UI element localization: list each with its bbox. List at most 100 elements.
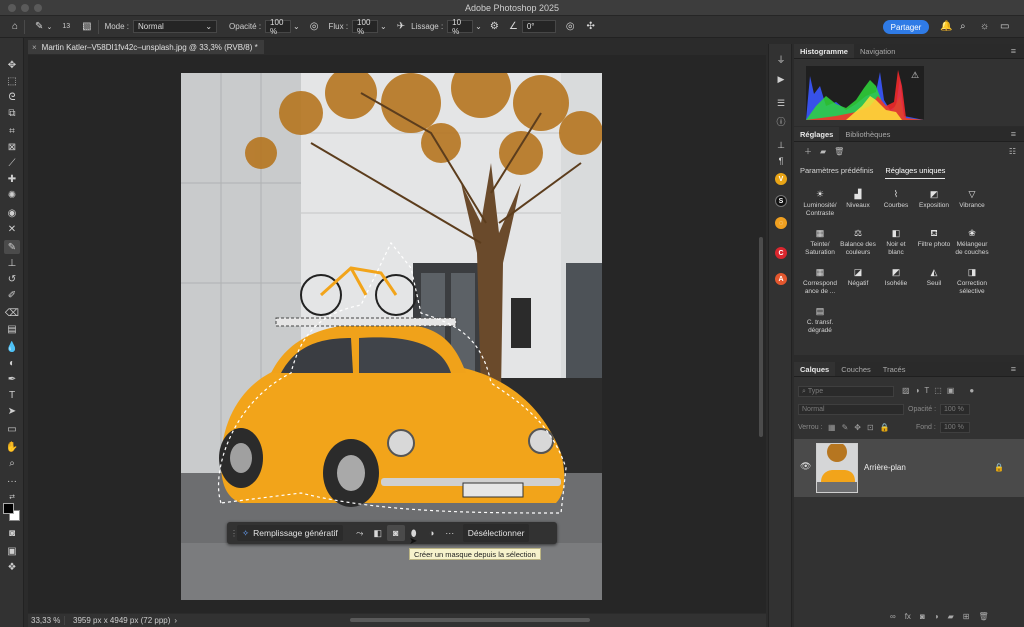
crop-tool-icon[interactable]: ⌗ (4, 124, 20, 138)
stamp-icon[interactable]: ⊥ (773, 138, 789, 152)
lightbulb-icon[interactable]: ☼ (980, 21, 989, 32)
blend-mode-select[interactable]: Normal (798, 404, 904, 415)
lock-icon[interactable]: 🔒 (994, 463, 1004, 472)
document-canvas-image[interactable] (181, 73, 602, 600)
panel-menu-icon[interactable]: ≡ (1011, 362, 1016, 376)
patch-tool-icon[interactable]: ◉ (4, 206, 20, 220)
gradient-tool-icon[interactable]: ▤ (4, 322, 20, 336)
smoothing-field[interactable]: 10 % (447, 18, 474, 36)
chevron-down-icon[interactable]: ⌄ (475, 22, 482, 31)
lock-all-icon[interactable]: 🔒 (880, 423, 890, 432)
tab-paths[interactable]: Tracés (877, 362, 912, 376)
layer-filter-select[interactable]: ⌕ Type (798, 386, 894, 397)
lock-artboard-icon[interactable]: ⊡ (867, 423, 874, 432)
panel-menu-icon[interactable]: ≡ (1011, 127, 1016, 141)
gear-icon[interactable]: ⚙ (490, 21, 499, 32)
brush-settings-icon[interactable]: ▧ (82, 21, 91, 32)
eraser-tool-icon[interactable]: ⌫ (4, 306, 20, 320)
airbrush-icon[interactable]: ✈ (397, 21, 405, 32)
share-button[interactable]: Partager (883, 20, 929, 34)
document-tab[interactable]: × Martin Katler–V58DI1fv42c–unsplash.jpg… (28, 40, 264, 54)
mode-select[interactable]: Normal ⌄ (133, 20, 218, 33)
plugin-s-icon[interactable]: S (773, 194, 789, 208)
generative-fill-button[interactable]: ✧ Remplissage génératif (237, 525, 343, 541)
subtab-presets[interactable]: Paramètres prédéfinis (800, 166, 873, 179)
angle-field[interactable]: 0° (521, 20, 556, 33)
pen-tool-icon[interactable]: ✒ (4, 372, 20, 386)
tab-histogram[interactable]: Histogramme (794, 44, 854, 58)
trash-icon[interactable]: 🗑 (834, 147, 844, 156)
pixel-filter-icon[interactable]: ▨ (902, 386, 910, 395)
modify-selection-icon[interactable]: ⤳ (351, 525, 369, 541)
eyedropper-tool-icon[interactable]: ⟋ (4, 156, 20, 170)
info-icon[interactable]: ⓘ (773, 114, 789, 128)
more-options-icon[interactable]: ··· (441, 525, 459, 541)
foreground-color-swatch[interactable] (3, 503, 14, 514)
marquee-tool-icon[interactable]: ⬚ (4, 74, 20, 88)
panel-menu-icon[interactable]: ≡ (1011, 44, 1016, 58)
horizontal-scrollbar[interactable] (350, 618, 590, 622)
history-icon[interactable]: ⏚ (773, 52, 789, 66)
list-view-icon[interactable]: ☷ (1009, 147, 1016, 156)
trash-icon[interactable]: 🗑 (978, 612, 988, 621)
vertical-scrollbar[interactable] (759, 237, 763, 437)
screen-mode-icon[interactable]: ▣ (4, 544, 20, 558)
stamp-tool-icon[interactable]: ⊥ (4, 256, 20, 270)
folder-icon[interactable]: ▰ (820, 147, 826, 156)
more-tools-icon[interactable]: ··· (4, 474, 20, 488)
plugin-v-icon[interactable]: V (773, 172, 789, 186)
swap-colors-icon[interactable]: ⇄ (4, 490, 20, 504)
opacity-field[interactable]: 100 % (265, 18, 292, 36)
frame-tool-icon[interactable]: ⊠ (4, 140, 20, 154)
tab-layers[interactable]: Calques (794, 362, 836, 376)
deselect-button[interactable]: Désélectionner (462, 524, 530, 542)
new-adjustment-icon[interactable]: ◑ (934, 612, 939, 621)
pressure-size-icon[interactable]: ◎ (566, 21, 575, 32)
subtab-single-adjustments[interactable]: Réglages uniques (885, 166, 946, 179)
layer-row[interactable]: 👁 Arrière-plan 🔒 (794, 439, 1024, 497)
window-controls[interactable] (8, 4, 42, 12)
layer-effects-icon[interactable]: fx (905, 612, 911, 621)
smart-filter-icon[interactable]: ▣ (947, 386, 955, 395)
paragraph-icon[interactable]: ¶ (773, 154, 789, 168)
lasso-tool-icon[interactable]: ᘓ (4, 90, 20, 104)
spot-healing-tool-icon[interactable]: ✚ (4, 172, 20, 186)
chevron-down-icon[interactable]: ⌄ (293, 22, 300, 31)
properties-icon[interactable]: ☰ (773, 96, 789, 110)
layer-name[interactable]: Arrière-plan (864, 463, 906, 472)
invert-selection-icon[interactable]: ◧ (369, 525, 387, 541)
brush-size-readout[interactable]: 13 (62, 23, 70, 30)
link-layers-icon[interactable]: ∞ (890, 612, 896, 621)
warning-icon[interactable]: ⚠ (911, 70, 919, 81)
new-group-icon[interactable]: ▰ (948, 612, 954, 621)
adjustment-layer-icon[interactable]: ◑ (423, 525, 441, 541)
extras-icon[interactable]: ❖ (4, 560, 20, 574)
adjustment-filter-icon[interactable]: ◑ (915, 386, 920, 395)
tab-adjustments[interactable]: Réglages (794, 127, 840, 141)
pressure-opacity-icon[interactable]: ◎ (310, 21, 319, 32)
add-mask-icon[interactable]: ◙ (920, 612, 925, 621)
status-chevron-icon[interactable]: › (174, 616, 177, 625)
add-icon[interactable]: ＋ (804, 146, 812, 157)
tab-libraries[interactable]: Bibliothèques (839, 127, 896, 141)
new-layer-icon[interactable]: ⊞ (963, 612, 970, 621)
layer-opacity-field[interactable]: 100 % (940, 404, 970, 415)
type-tool-icon[interactable]: T (4, 388, 20, 402)
history-brush-tool-icon[interactable]: ↺ (4, 272, 20, 286)
chevron-down-icon[interactable]: ⌄ (46, 23, 52, 31)
adjustment-gradient-map[interactable]: ▤ C. transf. dégradé (798, 306, 842, 335)
close-tab-icon[interactable]: × (32, 43, 37, 52)
brush-preset-icon[interactable]: ✎ (35, 21, 43, 32)
blur-tool-icon[interactable]: 💧 (4, 340, 20, 354)
path-select-tool-icon[interactable]: ➤ (4, 404, 20, 418)
filter-toggle-icon[interactable]: ● (969, 386, 974, 395)
layer-fill-field[interactable]: 100 % (940, 422, 970, 433)
flow-field[interactable]: 100 % (352, 18, 379, 36)
adjustment-selective[interactable]: ◨ Correction sélective (950, 267, 994, 296)
drag-handle-icon[interactable]: ⋮ (230, 529, 238, 538)
lock-paint-icon[interactable]: ✎ (842, 423, 849, 432)
actions-icon[interactable]: ▶ (773, 72, 789, 86)
symmetry-icon[interactable]: ✣ (587, 21, 595, 32)
workspace-icon[interactable]: ▭ (1000, 21, 1009, 32)
quick-mask-icon[interactable]: ◙ (4, 526, 20, 540)
